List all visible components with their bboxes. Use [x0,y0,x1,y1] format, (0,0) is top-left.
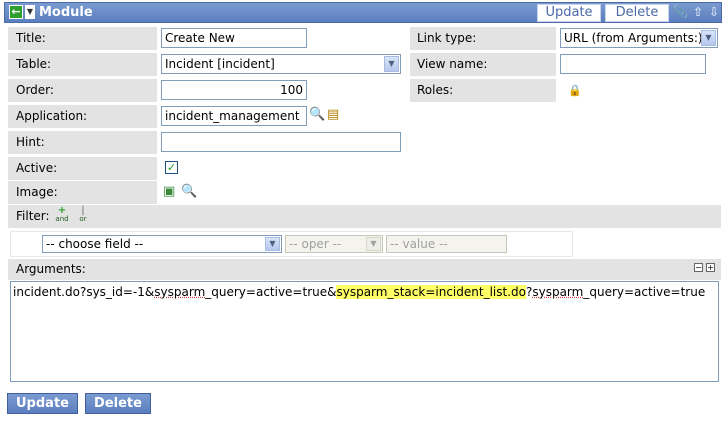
expand-icon[interactable]: + [706,263,715,272]
chevron-down-icon[interactable]: ▼ [366,237,381,251]
link-type-value: URL (from Arguments:) [564,31,703,45]
arguments-label: Arguments: [16,262,86,276]
operator-value: -- oper -- [289,237,342,251]
table-select-value: Incident [incident] [165,57,275,71]
chevron-down-icon[interactable]: ▼ [701,30,716,46]
order-label: Order: [8,79,157,102]
arrow-down-icon[interactable]: ⇩ [707,5,721,20]
document-icon[interactable]: ▤ [327,107,343,123]
filter-label: Filter: [16,209,50,223]
application-label: Application: [8,105,157,128]
image-label: Image: [8,181,157,204]
title-label: Title: [8,27,157,50]
add-or-condition-icon[interactable]: | or [75,206,91,224]
choose-field-value: -- choose field -- [46,237,144,251]
header-delete-button[interactable]: Delete [605,4,669,22]
update-button[interactable]: Update [7,393,78,414]
hint-label: Hint: [8,131,157,154]
header-update-button[interactable]: Update [537,4,601,22]
collapse-icon[interactable]: − [694,263,703,272]
application-field[interactable]: incident_management [161,106,307,126]
hint-field[interactable] [161,132,401,152]
page-title: Module [39,5,93,20]
operator-select[interactable]: -- oper -- ▼ [285,235,383,253]
view-name-field[interactable] [560,54,706,74]
add-and-condition-icon[interactable]: + and [54,206,70,224]
paperclip-icon[interactable]: 📎 [673,5,688,20]
chevron-down-icon[interactable]: ▼ [265,237,280,251]
image-search-icon[interactable]: 🔍 [181,184,197,200]
link-type-select[interactable]: URL (from Arguments:) ▼ [560,28,718,48]
arguments-textarea[interactable]: incident.do?sys_id=-1&sysparm_query=acti… [10,281,719,382]
link-type-label: Link type: [410,27,556,50]
context-menu-icon[interactable]: ▼ [25,5,35,19]
table-select[interactable]: Incident [incident] ▼ [161,54,401,74]
search-icon[interactable]: 🔍 [309,107,325,123]
view-name-label: View name: [410,53,556,76]
delete-button[interactable]: Delete [85,393,151,414]
filter-bar: Filter: [8,205,721,228]
lock-icon[interactable]: 🔒 [568,83,584,99]
roles-label: Roles: [410,79,556,102]
order-field[interactable]: 100 [161,80,307,100]
choose-field-select[interactable]: -- choose field -- ▼ [42,235,282,253]
module-header: ← ▼ Module Update Delete 📎 ⇧ ⇩ [4,2,722,23]
arguments-bar: Arguments: [8,259,721,280]
title-field[interactable]: Create New [161,28,307,48]
table-label: Table: [8,53,157,76]
value-field[interactable]: -- value -- [386,235,507,253]
chevron-down-icon[interactable]: ▼ [384,56,399,72]
highlighted-text: sysparm_stack=incident_list.do [336,285,526,299]
active-checkbox[interactable]: ✓ [165,161,178,174]
active-label: Active: [8,157,157,180]
image-add-icon[interactable]: ▣ [163,184,179,200]
back-arrow-icon[interactable]: ← [9,5,23,19]
arrow-up-icon[interactable]: ⇧ [691,5,705,20]
